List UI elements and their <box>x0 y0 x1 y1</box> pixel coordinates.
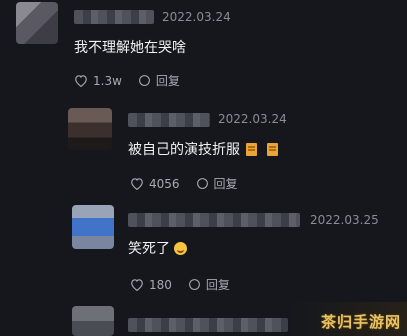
like-button[interactable]: 1.3w <box>74 74 122 88</box>
comment-actions: 4056 回复 <box>130 175 254 192</box>
username-blurred[interactable] <box>128 213 300 227</box>
comment-text: 笑死了 <box>128 238 187 258</box>
username-blurred[interactable] <box>128 318 288 332</box>
laughing-emoji-icon <box>174 242 187 255</box>
reply-button[interactable]: 回复 <box>188 276 230 293</box>
comment-text: 我不理解她在哭啥 <box>74 40 186 56</box>
comment-text: 被自己的演技折服 <box>128 139 278 159</box>
username-blurred[interactable] <box>128 113 210 127</box>
like-count: 1.3w <box>93 73 122 88</box>
avatar[interactable] <box>72 205 114 249</box>
heart-icon <box>131 178 143 190</box>
reply-button[interactable]: 回复 <box>138 72 180 89</box>
reply-label: 回复 <box>155 74 180 88</box>
heart-icon <box>75 75 87 87</box>
reply-bubble-icon <box>188 279 200 290</box>
like-count: 4056 <box>149 176 180 191</box>
like-button[interactable]: 4056 <box>130 177 180 191</box>
document-emoji-icon <box>246 143 257 156</box>
username-blurred[interactable] <box>74 10 154 24</box>
reply-button[interactable]: 回复 <box>196 175 238 192</box>
reply-bubble-icon <box>196 178 208 189</box>
document-emoji-icon <box>267 143 278 156</box>
avatar[interactable] <box>68 108 112 150</box>
heart-icon <box>131 279 143 291</box>
comment-actions: 1.3w 回复 <box>74 72 196 89</box>
like-count: 180 <box>149 277 172 292</box>
comment-date: 2022.03.24 <box>162 10 231 24</box>
reply-bubble-icon <box>138 75 150 86</box>
reply-label: 回复 <box>213 177 238 191</box>
avatar[interactable] <box>16 2 58 44</box>
avatar[interactable] <box>72 306 114 336</box>
comment-date: 2022.03.24 <box>218 112 287 126</box>
watermark-text: 茶归手游网 <box>320 313 401 331</box>
reply-label: 回复 <box>205 278 230 292</box>
like-button[interactable]: 180 <box>130 278 172 292</box>
comment-date: 2022.03.25 <box>310 213 379 227</box>
comment-actions: 180 回复 <box>130 276 246 293</box>
